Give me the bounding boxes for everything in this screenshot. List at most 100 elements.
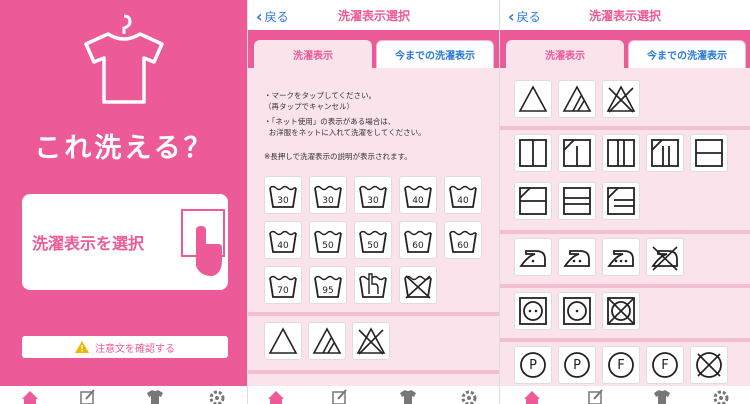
drip-dry-icon[interactable] (602, 134, 640, 172)
section-divider (248, 370, 500, 374)
notice-button-label: 注意文を確認する (95, 343, 175, 355)
wash-temp-label: 95 (322, 286, 334, 296)
instruction-line: （再タップでキャンセル） (264, 102, 354, 111)
instruction-line: ・「ネット使用」の表示がある場合は、 (264, 117, 396, 126)
section-divider (500, 338, 750, 342)
wash-tub-icon[interactable]: 50 (354, 221, 392, 259)
no-dry-clean-icon[interactable] (690, 346, 728, 384)
shirt-icon[interactable] (652, 389, 672, 404)
iron-medium-icon[interactable] (558, 238, 596, 276)
tab-strip: 洗濯表示 今までの洗濯表示 (248, 30, 500, 68)
gear-icon[interactable] (460, 389, 478, 404)
no-bleach-icon[interactable] (602, 80, 640, 118)
drip-flat-dry-icon[interactable] (558, 182, 596, 220)
wash-temp-label: 40 (412, 196, 424, 206)
section-divider (500, 230, 750, 234)
section-divider (500, 284, 750, 288)
flat-dry-icon[interactable] (690, 134, 728, 172)
dry-clean-icon[interactable]: F (646, 346, 684, 384)
nav-title: 洗濯表示選択 (337, 9, 410, 23)
no-iron-icon[interactable] (646, 238, 684, 276)
flat-dry-shade-icon[interactable] (514, 182, 552, 220)
wash-temp-label: 30 (277, 196, 289, 206)
wash-tub-icon[interactable]: 50 (309, 221, 347, 259)
wash-temp-label: 40 (277, 241, 289, 251)
bleach-triangle-icon[interactable] (264, 322, 302, 360)
wash-tub-icon[interactable]: 60 (444, 221, 482, 259)
nav-bar: ‹ 戻る 洗濯表示選択 (248, 0, 500, 30)
bleach-oxygen-icon[interactable] (308, 322, 346, 360)
dry-clean-letter: F (661, 358, 669, 373)
tumble-dry-icon[interactable] (558, 292, 596, 330)
wash-temp-label: 40 (457, 196, 469, 206)
dry-clean-icon[interactable]: F (602, 346, 640, 384)
wash-temp-label: 30 (367, 196, 379, 206)
wash-tub-icon[interactable]: 60 (399, 221, 437, 259)
wash-temp-label: 30 (322, 196, 334, 206)
symbol-list-panel: ‹ 戻る 洗濯表示選択 洗濯表示 今までの洗濯表示 P P F F (500, 0, 750, 404)
wash-tub-icon[interactable]: 30 (354, 176, 392, 214)
symbol-select-panel: ‹ 戻る 洗濯表示選択 洗濯表示 今までの洗濯表示 ・マークをタップしてください。… (248, 0, 500, 404)
warning-icon (75, 341, 89, 353)
nav-bar: ‹ 戻る 洗濯表示選択 (500, 0, 750, 30)
edit-icon[interactable] (80, 389, 96, 404)
home-icon[interactable] (266, 389, 286, 404)
dry-clean-letter: P (529, 358, 537, 373)
line-dry-shade-icon[interactable] (558, 134, 596, 172)
iron-low-icon[interactable] (514, 238, 552, 276)
section-divider (248, 312, 500, 316)
dry-clean-icon[interactable]: P (558, 346, 596, 384)
tab-history[interactable]: 今までの洗濯表示 (376, 40, 494, 68)
dry-clean-letter: P (573, 358, 581, 373)
edit-icon[interactable] (332, 389, 348, 404)
home-icon[interactable] (522, 389, 542, 404)
home-panel: これ洗える？ 洗濯表示を選択 注意文を確認する (0, 0, 248, 404)
gear-icon[interactable] (208, 389, 226, 404)
bleach-triangle-icon[interactable] (514, 80, 552, 118)
hand-wash-icon[interactable] (354, 266, 392, 304)
wash-tub-icon[interactable]: 40 (399, 176, 437, 214)
iron-high-icon[interactable] (602, 238, 640, 276)
line-dry-icon[interactable] (514, 134, 552, 172)
home-icon[interactable] (20, 389, 40, 404)
bleach-oxygen-icon[interactable] (558, 80, 596, 118)
select-button-label: 洗濯表示を選択 (32, 234, 145, 253)
wash-tub-icon[interactable]: 40 (264, 221, 302, 259)
shirt-icon[interactable] (398, 389, 418, 404)
no-tumble-dry-icon[interactable] (602, 292, 640, 330)
tab-laundry-symbols[interactable]: 洗濯表示 (254, 40, 372, 68)
t-shirt-hanger-icon (84, 14, 164, 104)
wash-temp-label: 60 (457, 241, 469, 251)
wash-tub-icon[interactable]: 30 (264, 176, 302, 214)
instructions: ・マークをタップしてください。 （再タップでキャンセル） ・「ネット使用」の表示が… (264, 90, 494, 142)
tap-hand-icon (181, 209, 225, 276)
bottom-tab-bar (500, 386, 750, 404)
drip-flat-dry-shade-icon[interactable] (602, 182, 640, 220)
wash-tub-icon[interactable]: 95 (309, 266, 347, 304)
nav-title: 洗濯表示選択 (588, 9, 661, 23)
edit-icon[interactable] (588, 389, 604, 404)
wash-temp-label: 60 (412, 241, 424, 251)
tumble-dry-low-icon[interactable] (514, 292, 552, 330)
check-notice-button[interactable]: 注意文を確認する (22, 336, 228, 358)
no-bleach-icon[interactable] (352, 322, 390, 360)
instruction-line: ・マークをタップしてください。 (264, 91, 377, 100)
bottom-tab-bar (248, 386, 500, 404)
dry-clean-icon[interactable]: P (514, 346, 552, 384)
wash-tub-icon[interactable]: 30 (309, 176, 347, 214)
gear-icon[interactable] (712, 389, 730, 404)
shirt-icon[interactable] (145, 389, 165, 404)
tab-laundry-symbols[interactable]: 洗濯表示 (506, 40, 624, 68)
wash-tub-icon[interactable]: 40 (444, 176, 482, 214)
drip-dry-shade-icon[interactable] (646, 134, 684, 172)
tab-strip: 洗濯表示 今までの洗濯表示 (500, 30, 750, 68)
tab-history[interactable]: 今までの洗濯表示 (628, 40, 746, 68)
wash-tub-icon[interactable]: 70 (264, 266, 302, 304)
wash-temp-label: 50 (367, 241, 379, 251)
select-laundry-symbol-button[interactable]: 洗濯表示を選択 (22, 194, 228, 290)
wash-temp-label: 70 (277, 286, 289, 296)
no-wash-icon[interactable] (399, 266, 437, 304)
app-title: これ洗える？ (34, 133, 214, 164)
long-press-hint: ※長押しで洗濯表示の説明が表示されます。 (264, 152, 412, 161)
instruction-line: お洋服をネットに入れて洗濯をしてください。 (268, 128, 426, 137)
